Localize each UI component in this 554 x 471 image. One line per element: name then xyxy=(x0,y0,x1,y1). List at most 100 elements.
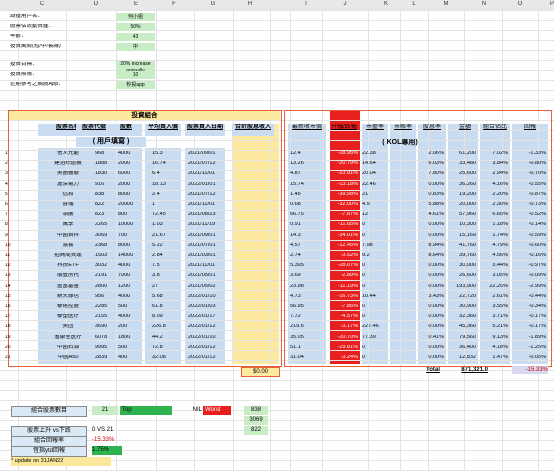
avg-price: 3.8 xyxy=(152,273,160,279)
right-header: 升幅/跌幅 xyxy=(331,124,357,130)
grid-row-line xyxy=(0,60,554,61)
setting-label: 投資風險(短/中/長線) xyxy=(10,44,61,49)
top-label: Top xyxy=(120,406,172,415)
stock-code: 2800 xyxy=(95,283,108,289)
row-number: 19 xyxy=(5,334,11,340)
stock-code: 2155 xyxy=(95,314,108,320)
left-header: 股票代號 xyxy=(76,124,112,136)
column-header: D xyxy=(93,1,99,7)
kol-cell: -0.80% xyxy=(528,161,546,167)
row-number: 2 xyxy=(5,161,8,167)
shares: 700 xyxy=(118,232,128,238)
stock-code: 916 xyxy=(95,181,105,187)
kol-cell: 30,900 xyxy=(459,304,476,309)
right-header: 組合佔比 xyxy=(482,124,507,130)
kol-cell: 4.61% xyxy=(428,212,444,218)
kol-cell: -34.01% xyxy=(337,232,359,238)
row-number: 11 xyxy=(5,253,11,258)
stock-code: 1503 xyxy=(95,253,108,258)
kol-cell: 3.43% xyxy=(428,293,444,299)
kol-cell: 5.395 xyxy=(290,263,304,269)
stock-name: 科技ETF xyxy=(57,263,79,269)
column-header: I xyxy=(305,1,307,7)
column-header: C xyxy=(39,1,45,7)
kol-cell: 2.30% xyxy=(492,202,508,207)
stock-name: 建滔积层板 xyxy=(54,161,82,167)
right-header: 市盈率 xyxy=(365,124,384,130)
column-header: K xyxy=(383,1,388,7)
kol-cell: 31.04 xyxy=(290,355,304,360)
kol-cell: -0.60% xyxy=(528,242,546,248)
kol-cell: -12.45% xyxy=(337,242,359,248)
stock-name: 信义光能 xyxy=(56,151,79,156)
stock-name: 濃長 xyxy=(62,242,74,248)
right-header: 回報 xyxy=(523,124,536,130)
shares: 1800 xyxy=(118,334,131,340)
stock-code: 9995 xyxy=(95,344,108,350)
setting-label: 設投用戶名： xyxy=(10,14,44,19)
kol-cell: -39.58% xyxy=(337,191,359,197)
kol-cell: -28.07% xyxy=(337,263,359,269)
kol-cell: 0.00% xyxy=(428,344,444,350)
kol-cell: -11.19% xyxy=(337,283,358,289)
buy-date: 2021/08/23 xyxy=(188,212,216,218)
kol-cell: 2.20% xyxy=(492,191,508,197)
return-value: -15.33% xyxy=(92,437,115,443)
kol-cell: 15.74 xyxy=(290,181,304,187)
avg-price: 226.8 xyxy=(152,324,166,330)
kol-cell: -23.91% xyxy=(337,171,359,177)
kol-cell: 0 xyxy=(362,314,366,320)
kol-cell: 7.72 xyxy=(290,314,301,320)
row-number: 4 xyxy=(5,181,8,187)
kol-cell: 3.05% xyxy=(492,273,508,279)
kol-cell: 0.00% xyxy=(428,355,444,360)
buy-date: 2021/11/19 xyxy=(188,222,216,228)
stock-name: 泰達控股 xyxy=(56,304,79,309)
total-amount: 871,321.0 xyxy=(461,367,488,373)
buy-date: 2022/01/03 xyxy=(188,304,216,309)
stock-code: 956 xyxy=(95,293,105,299)
stock-code: 1830 xyxy=(95,171,108,177)
column-header: E xyxy=(133,1,138,7)
kol-cell: 0.00% xyxy=(428,222,444,228)
kol-cell: 2.74 xyxy=(290,253,301,258)
grid-row-line xyxy=(0,100,554,101)
column-header: P xyxy=(549,1,554,7)
stock-name: 順豐房托 xyxy=(56,273,79,279)
kol-cell: 0.00% xyxy=(428,324,444,330)
buy-date: 2021/07/12 xyxy=(188,191,216,197)
kol-cell: 0.83% xyxy=(428,191,444,197)
avg-price: 72.8 xyxy=(152,344,163,350)
column-header: L xyxy=(412,1,416,7)
kol-cell: 14.64 xyxy=(362,161,376,167)
shares: 1200 xyxy=(118,283,131,289)
kol-cell: 9.2 xyxy=(362,253,370,258)
buy-date: 2021/09/01 xyxy=(188,232,216,238)
stock-name: 中國A50 xyxy=(57,355,79,360)
kol-cell: 0.00% xyxy=(428,304,444,309)
grid-row-line xyxy=(0,30,554,31)
kol-cell: 26,600 xyxy=(459,273,476,279)
buy-date: 2021/11/01 xyxy=(188,263,216,269)
kol-cell: -0.09% xyxy=(528,273,546,279)
right-header: 股息率 xyxy=(422,124,441,130)
kol-cell: 0.00% xyxy=(428,181,444,187)
kol-cell: 0 xyxy=(362,283,366,289)
setting-label: 投資目標： xyxy=(10,62,38,67)
kol-cell: 22.38 xyxy=(362,151,376,156)
kol-cell: 45,360 xyxy=(459,324,476,330)
stock-name: 喜瑞 xyxy=(62,202,74,207)
kol-cell: 0 xyxy=(362,263,366,269)
kol-cell: 33,480 xyxy=(459,161,476,167)
kol-cell: -1.25% xyxy=(528,344,546,350)
avg-price: 27 xyxy=(152,283,159,289)
kol-cell: 12 xyxy=(362,212,369,218)
kol-cell: 4.79% xyxy=(492,242,508,248)
setting-label: 年齡： xyxy=(10,34,27,39)
kol-cell: 219.6 xyxy=(290,324,304,330)
grid-row-line xyxy=(0,90,554,91)
grid-row-line xyxy=(0,40,554,41)
setting-value: 50% xyxy=(116,23,155,31)
stock-count-value: 21 xyxy=(92,406,118,415)
kol-cell: 4.18% xyxy=(492,344,508,350)
